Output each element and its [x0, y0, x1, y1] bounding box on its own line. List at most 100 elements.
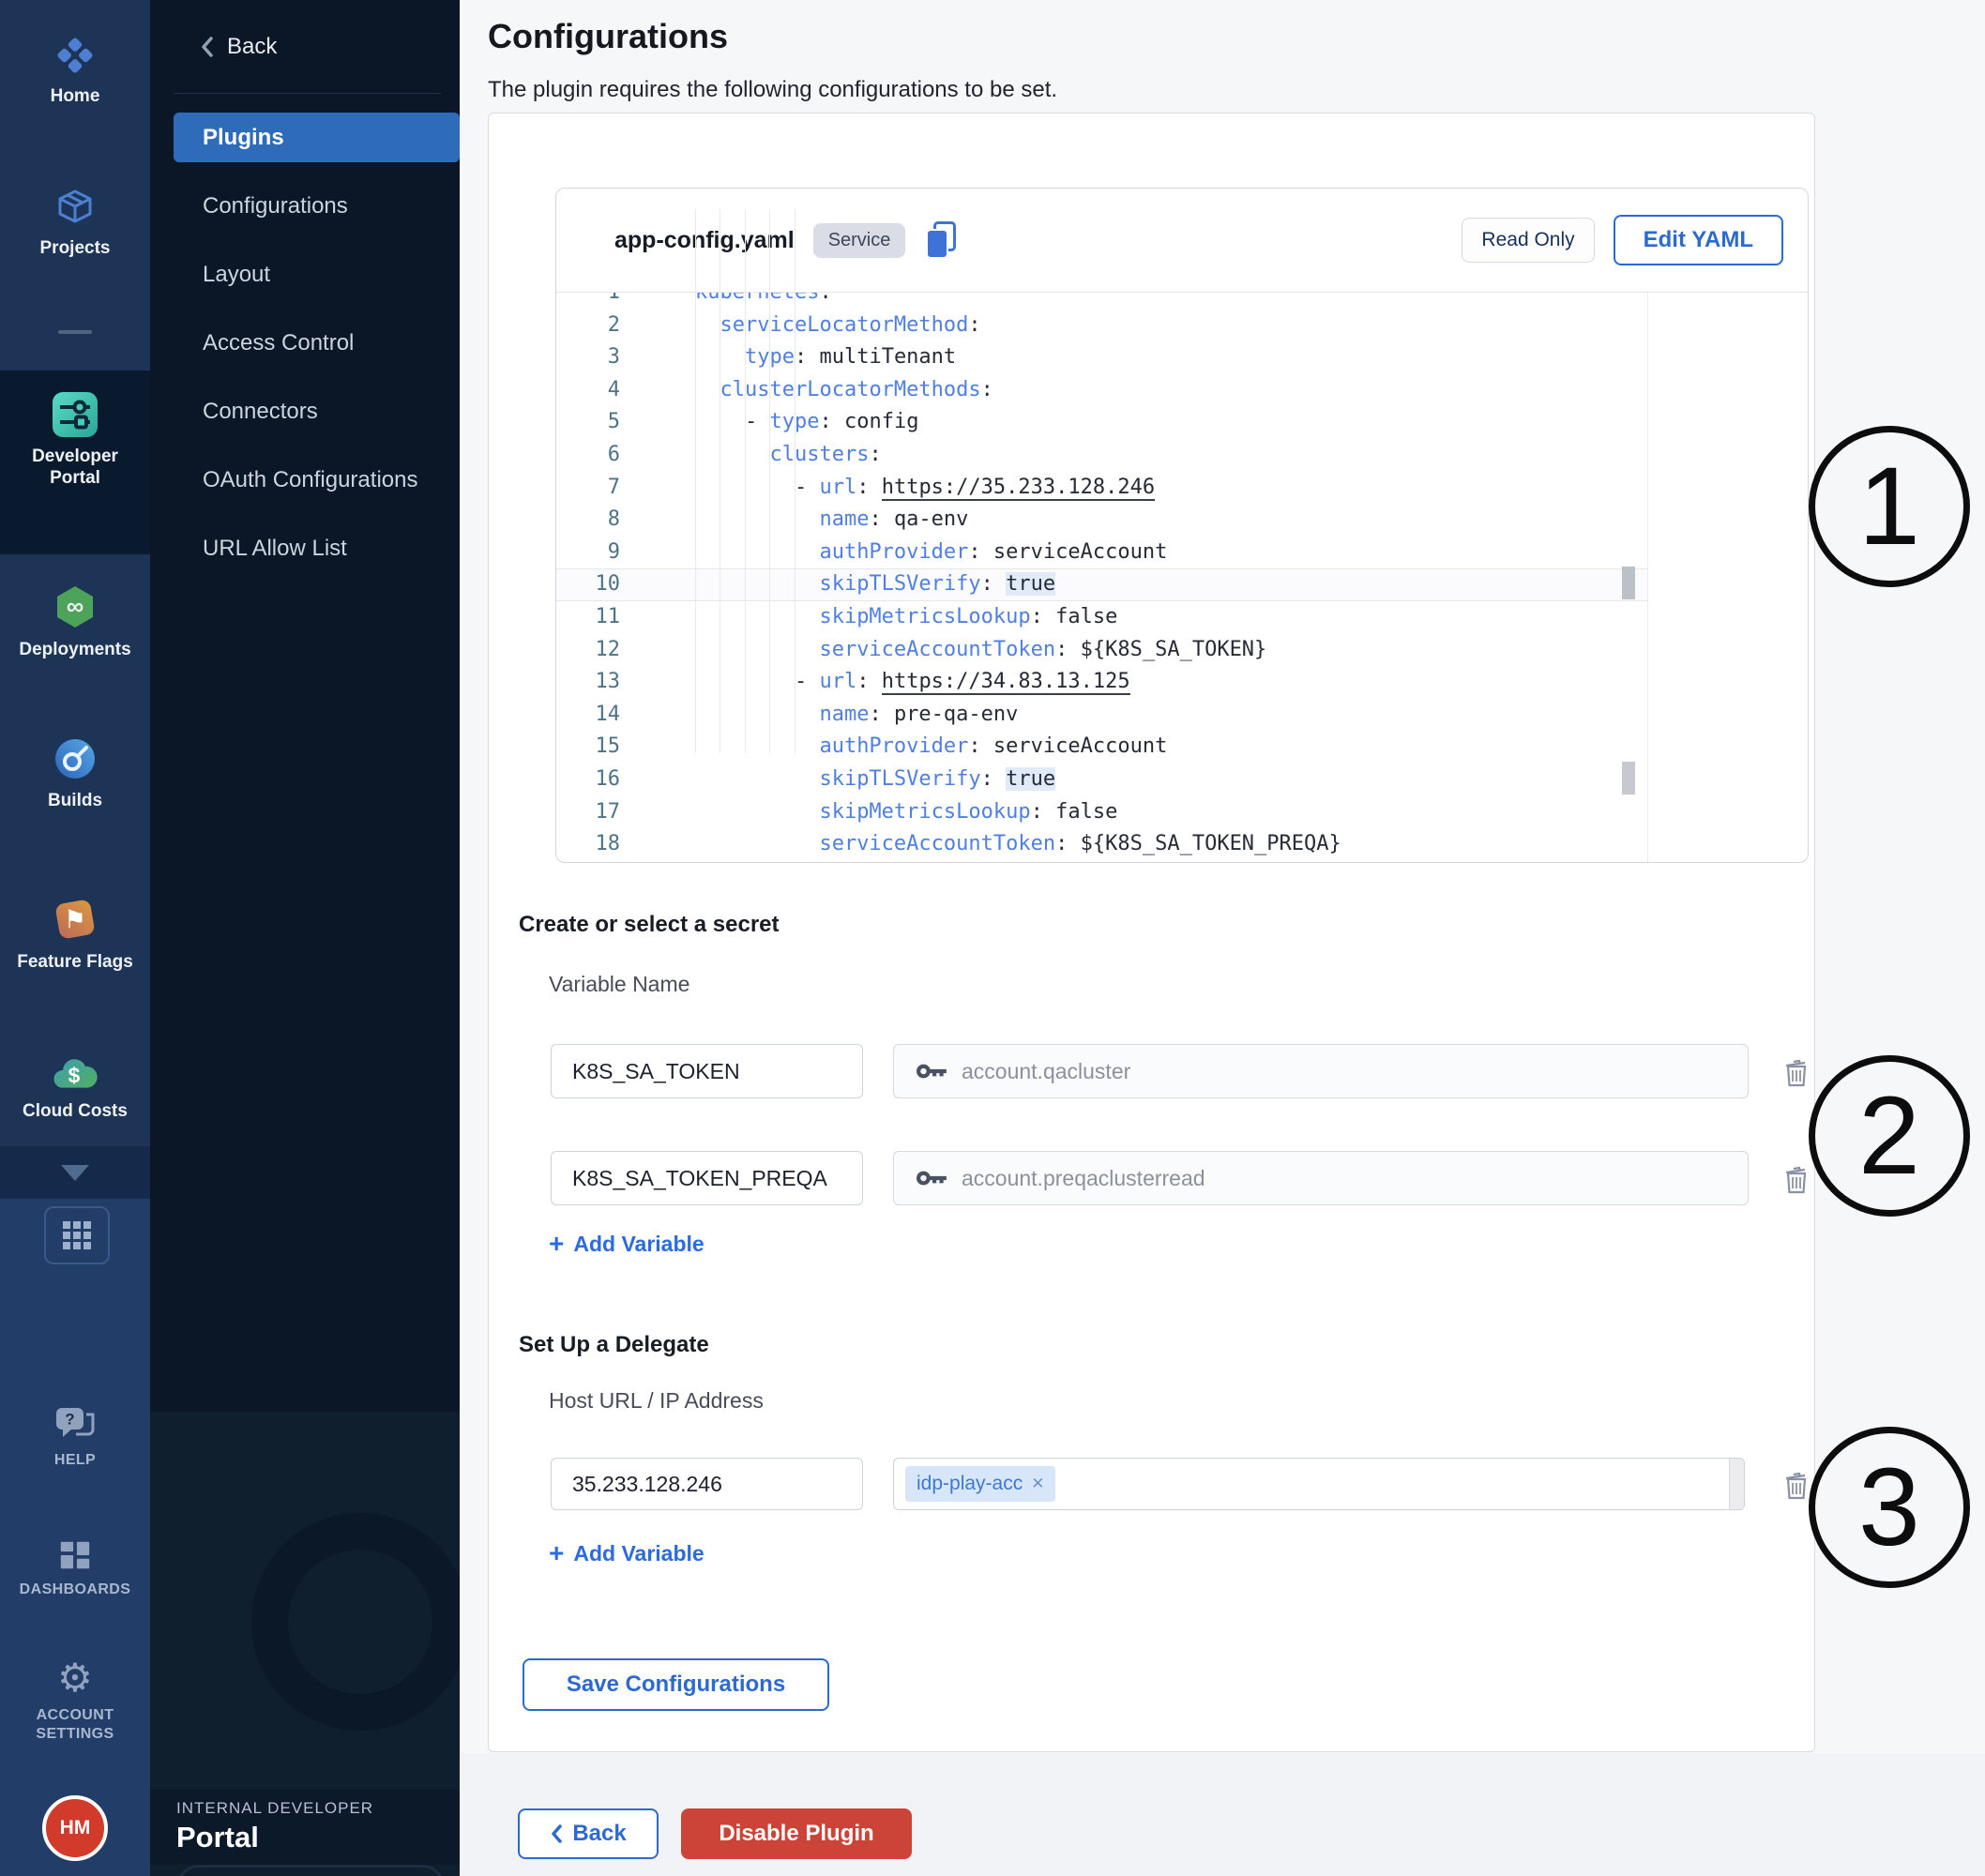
delete-row-button[interactable] — [1780, 1163, 1812, 1199]
nav-item-oauth-configurations[interactable]: OAuth Configurations — [150, 455, 460, 505]
sidebar-item-account-settings[interactable]: ⚙ ACCOUNT SETTINGS — [0, 1658, 150, 1743]
save-configurations-button[interactable]: Save Configurations — [523, 1658, 829, 1711]
annotation-circle-2: 2 — [1809, 1055, 1970, 1217]
page-subtitle: The plugin requires the following config… — [488, 77, 1057, 103]
delegate-tag[interactable]: idp-play-acc ✕ — [905, 1466, 1055, 1502]
sidebar-item-label: HELP — [54, 1451, 96, 1470]
secret-select-field[interactable]: account.preqaclusterread — [893, 1151, 1749, 1205]
svg-text:$: $ — [68, 1063, 81, 1087]
delegate-tags-field[interactable]: idp-play-acc ✕ — [893, 1458, 1745, 1510]
sidebar-item-label: Home — [51, 85, 100, 107]
trash-icon — [1781, 1164, 1811, 1196]
gear-icon: ⚙ — [57, 1658, 93, 1698]
svg-text:⚑: ⚑ — [64, 904, 86, 933]
collapse-strip[interactable] — [0, 1146, 150, 1199]
indent-guide — [745, 209, 746, 753]
svg-text:?: ? — [65, 1411, 74, 1429]
plugin-sidebar: INTERNAL DEVELOPER Portal Back Plugins Co… — [150, 0, 460, 1876]
delete-row-button[interactable] — [1780, 1469, 1812, 1505]
nav-item-connectors[interactable]: Connectors — [150, 386, 460, 436]
footer-eyebrow: INTERNAL DEVELOPER — [176, 1799, 460, 1818]
remove-tag-icon[interactable]: ✕ — [1031, 1475, 1044, 1493]
nav-item-access-control[interactable]: Access Control — [150, 318, 460, 368]
sidebar-item-label: Cloud Costs — [23, 1100, 128, 1122]
harness-logo-icon — [53, 34, 97, 77]
sidebar-item-builds[interactable]: Builds — [0, 736, 150, 811]
scrollbar-match-marker — [1622, 567, 1635, 599]
rail-divider — [58, 330, 92, 334]
variable-name-input[interactable] — [551, 1044, 863, 1098]
sidebar-item-developer-portal[interactable]: Developer Portal — [0, 392, 150, 489]
user-avatar-item[interactable]: HM — [0, 1795, 150, 1861]
trash-icon — [1781, 1057, 1811, 1089]
annotation-circle-1: 1 — [1809, 426, 1970, 587]
sidebar-item-deployments[interactable]: ∞ Deployments — [0, 583, 150, 660]
secret-select-field[interactable]: account.qacluster — [893, 1044, 1749, 1098]
read-only-badge: Read Only — [1462, 218, 1594, 263]
disable-plugin-button[interactable]: Disable Plugin — [681, 1808, 912, 1859]
sidebar-item-label: Builds — [48, 790, 102, 811]
footer-title: Portal — [176, 1821, 460, 1854]
nav-item-configurations[interactable]: Configurations — [150, 181, 460, 231]
sidebar-item-help[interactable]: ? HELP — [0, 1405, 150, 1470]
svg-text:∞: ∞ — [67, 592, 84, 620]
builds-icon — [53, 736, 98, 781]
yaml-filename: app-config.yaml — [614, 227, 795, 254]
ring-watermark — [251, 1513, 460, 1731]
page-title: Configurations — [488, 17, 728, 56]
developer-portal-icon — [53, 392, 98, 437]
host-url-input[interactable] — [551, 1458, 863, 1510]
sidebar-item-label: DASHBOARDS — [20, 1581, 131, 1599]
feature-flags-icon: ⚑ — [52, 896, 98, 943]
annotation-circle-3: 3 — [1809, 1427, 1970, 1588]
chevron-left-icon — [199, 35, 216, 59]
nav-item-layout[interactable]: Layout — [150, 250, 460, 299]
plus-icon: + — [549, 1540, 564, 1566]
secrets-heading: Create or select a secret — [519, 912, 780, 938]
nav-item-plugins[interactable]: Plugins — [174, 113, 460, 162]
nav-item-url-allow-list[interactable]: URL Allow List — [150, 523, 460, 573]
modules-grid-button[interactable] — [44, 1206, 110, 1264]
copy-icon[interactable] — [924, 219, 958, 261]
avatar[interactable]: HM — [42, 1795, 108, 1861]
secret-value: account.preqaclusterread — [962, 1166, 1205, 1191]
plus-icon: + — [549, 1231, 564, 1257]
host-url-label: Host URL / IP Address — [549, 1388, 764, 1414]
add-variable-link[interactable]: + Add Variable — [549, 1540, 705, 1566]
sidebar-item-label: Feature Flags — [17, 951, 133, 973]
sidebar-item-dashboards[interactable]: DASHBOARDS — [0, 1536, 150, 1599]
cube-icon — [53, 186, 97, 229]
edit-yaml-button[interactable]: Edit YAML — [1614, 215, 1783, 265]
sidebar-item-label: Deployments — [19, 639, 130, 660]
delegate-heading: Set Up a Delegate — [519, 1332, 709, 1358]
service-badge: Service — [813, 223, 906, 258]
sidebar-item-feature-flags[interactable]: ⚑ Feature Flags — [0, 896, 150, 973]
sidebar-item-home[interactable]: Home — [0, 34, 150, 107]
back-button[interactable]: Back — [518, 1808, 659, 1859]
rounded-watermark — [176, 1865, 445, 1876]
yaml-line: 17 skipMetricsLookup: false — [556, 796, 1647, 829]
plugin-nav-list: Plugins Configurations Layout Access Contro… — [150, 113, 460, 573]
sidebar-item-label: Projects — [40, 237, 111, 259]
variable-name-input[interactable] — [551, 1151, 863, 1205]
apps-grid-icon — [61, 1219, 93, 1251]
nav-divider — [174, 93, 441, 94]
sidebar-item-label: ACCOUNT SETTINGS — [23, 1706, 127, 1743]
yaml-line: 16 skipTLSVerify: true — [556, 764, 1647, 796]
yaml-line: 18 serviceAccountToken: ${K8S_SA_TOKEN_P… — [556, 828, 1647, 861]
help-chat-icon: ? — [53, 1405, 97, 1443]
chevron-left-icon — [550, 1823, 565, 1845]
deployments-icon: ∞ — [52, 583, 98, 630]
delete-row-button[interactable] — [1780, 1056, 1812, 1092]
sidebar-item-cloud-costs[interactable]: $ Cloud Costs — [0, 1052, 150, 1122]
primary-sidebar: Home Projects Developer Portal ∞ Deploym… — [0, 0, 150, 1876]
yaml-editor-panel: app-config.yaml Service Read Only Edit Y… — [555, 188, 1809, 863]
cloud-costs-icon: $ — [50, 1052, 100, 1092]
chevron-down-icon — [61, 1165, 89, 1181]
add-variable-link[interactable]: + Add Variable — [549, 1231, 705, 1257]
indent-guide — [795, 209, 796, 753]
back-nav-link[interactable]: Back — [150, 26, 460, 68]
sidebar-item-projects[interactable]: Projects — [0, 186, 150, 259]
back-label: Back — [227, 34, 277, 60]
variable-name-label: Variable Name — [549, 972, 689, 997]
